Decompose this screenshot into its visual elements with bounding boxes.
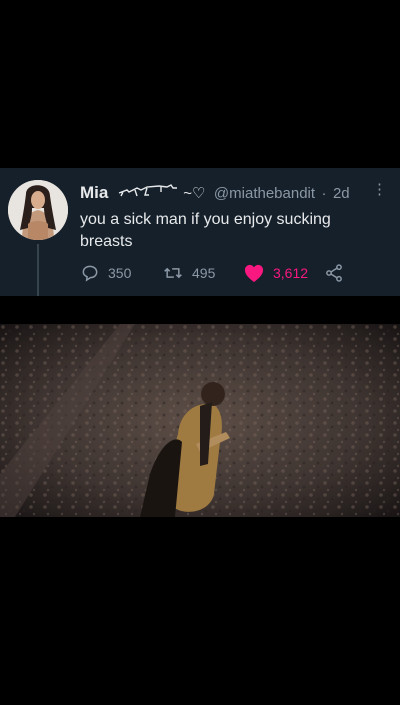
more-options-icon[interactable]: ⋮ — [372, 180, 387, 198]
tweet-header: Mia ~♡ @miathebandit · 2d — [80, 183, 380, 205]
share-icon — [326, 264, 342, 282]
reply-icon — [82, 265, 98, 282]
name-emoji-suffix: ~♡ — [183, 185, 206, 202]
avatar[interactable] — [8, 180, 68, 240]
like-count: 3,612 — [273, 265, 309, 281]
reply-count: 350 — [108, 265, 132, 281]
share-button[interactable] — [324, 260, 352, 286]
tweet-time[interactable]: 2d — [333, 185, 350, 202]
video-frame[interactable] — [0, 324, 400, 517]
gun-emoji-icon — [117, 183, 179, 203]
retweet-button[interactable]: 495 — [162, 260, 215, 286]
tweet-card[interactable]: Mia ~♡ @miathebandit · 2d ⋮ you a sick m… — [0, 168, 400, 296]
heart-icon — [244, 264, 264, 283]
tweet-actions: 350 495 3,612 — [80, 260, 370, 286]
author-name[interactable]: Mia — [80, 183, 108, 202]
separator: · — [321, 184, 327, 202]
author-handle[interactable]: @miathebandit — [214, 185, 315, 202]
like-button[interactable]: 3,612 — [243, 260, 308, 286]
retweet-count: 495 — [192, 265, 216, 281]
thread-line — [37, 244, 39, 296]
tweet-text: you a sick man if you enjoy sucking brea… — [80, 211, 331, 250]
retweet-icon — [164, 267, 182, 279]
reply-button[interactable]: 350 — [80, 260, 131, 286]
